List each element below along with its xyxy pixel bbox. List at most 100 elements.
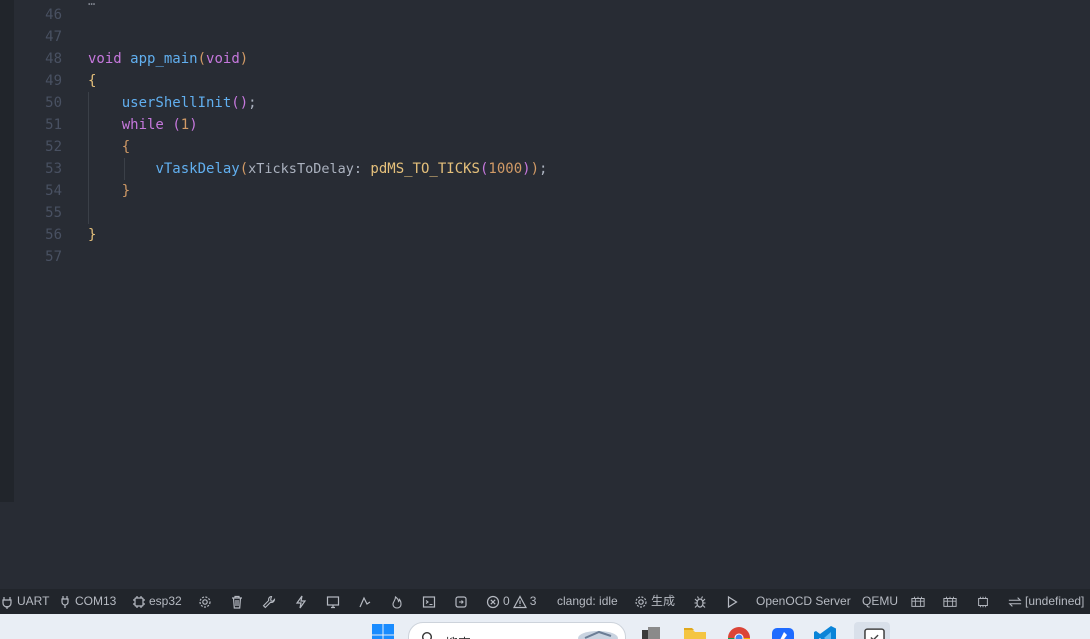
code-line[interactable]: 57 <box>14 246 1090 268</box>
inlay-hint: xTicksToDelay: <box>248 161 362 177</box>
chrome-button[interactable] <box>726 622 752 639</box>
line-number: 47 <box>45 29 62 45</box>
monitor-icon <box>326 595 340 608</box>
debug-button[interactable] <box>693 589 707 614</box>
build-task-item[interactable]: 生成 <box>634 589 675 614</box>
terminal-icon <box>422 595 436 608</box>
code-line[interactable]: 46 <box>14 4 1090 26</box>
status-bar: UART COM13 esp32 0 3 clangd: idle 生成 Ope… <box>0 589 1090 614</box>
line-number: 49 <box>45 73 62 89</box>
windows-taskbar: 搜索 <box>0 614 1090 639</box>
clangd-status[interactable]: clangd: idle <box>557 589 618 614</box>
bug-icon <box>694 595 706 608</box>
partition-table-button[interactable] <box>911 589 925 614</box>
code-line[interactable]: 55 <box>14 202 1090 224</box>
app-icon <box>772 628 794 639</box>
code-line[interactable]: 56} <box>14 224 1090 246</box>
lightning-icon <box>295 595 307 608</box>
file-explorer-button[interactable] <box>682 622 708 639</box>
build-task-label: 生成 <box>651 594 676 608</box>
code-text: { <box>121 139 131 155</box>
task-view-icon <box>642 627 660 639</box>
monitor-button[interactable] <box>326 589 340 614</box>
windows-logo-icon <box>372 624 394 639</box>
search-placeholder: 搜索 <box>445 633 471 639</box>
flash-button[interactable] <box>294 589 308 614</box>
chip-icon <box>133 595 145 608</box>
line-number: 54 <box>45 183 62 199</box>
taskbar-search-box[interactable]: 搜索 <box>408 622 626 639</box>
feishu-button[interactable] <box>770 622 796 639</box>
uart-label: UART <box>17 594 50 608</box>
line-number: 56 <box>45 227 62 243</box>
settings-button[interactable] <box>198 589 212 614</box>
code-text: vTaskDelay(xTicksToDelay: pdMS_TO_TICKS(… <box>155 161 548 177</box>
line-number: 53 <box>45 161 62 177</box>
gear-icon <box>635 595 647 608</box>
code-line[interactable]: 54 } <box>14 180 1090 202</box>
code-line[interactable]: 49 { <box>14 70 1090 92</box>
line-number: 48 <box>45 51 62 67</box>
problems-item[interactable]: 0 3 <box>486 589 536 614</box>
run-button[interactable] <box>725 589 739 614</box>
warning-count: 3 <box>529 594 537 608</box>
full-clean-button[interactable] <box>230 589 244 614</box>
vscode-button[interactable] <box>812 622 838 639</box>
task-view-button[interactable] <box>638 622 664 639</box>
gear-icon <box>199 595 211 608</box>
table-editor-icon <box>911 596 925 607</box>
search-icon <box>422 632 432 639</box>
build-flash-monitor-button[interactable] <box>358 589 372 614</box>
line-number: 52 <box>45 139 62 155</box>
line-number: 57 <box>45 249 62 265</box>
openocd-server-item[interactable]: OpenOCD Server <box>756 589 851 614</box>
wrench-icon <box>262 595 276 608</box>
code-line[interactable]: 50 userShellInit(); <box>14 92 1090 114</box>
extension-button[interactable] <box>454 589 468 614</box>
vscode-icon <box>814 626 836 639</box>
code-line[interactable]: 52 { <box>14 136 1090 158</box>
search-highlight-icon <box>578 630 618 639</box>
error-icon <box>486 595 500 608</box>
activity-bar-edge <box>0 0 14 502</box>
active-app-button[interactable] <box>854 622 890 639</box>
chrome-icon <box>728 627 750 639</box>
size-analysis-button[interactable] <box>976 589 990 614</box>
extension-icon <box>455 595 467 608</box>
openocd-label: OpenOCD Server <box>756 594 851 608</box>
code-text: while (1) <box>121 117 198 133</box>
plug-icon <box>2 596 12 609</box>
line-number: 46 <box>45 7 62 23</box>
error-count: 0 <box>503 594 510 608</box>
code-editor[interactable]: … 46 47 48 void app_main(void) 49{ 50 use… <box>0 0 1090 502</box>
flame-icon <box>392 595 402 609</box>
qemu-item[interactable]: QEMU <box>862 589 898 614</box>
app-window-icon <box>864 628 885 639</box>
workspace-folder-item[interactable]: [undefined] <box>1008 589 1084 614</box>
qemu-label: QEMU <box>862 594 898 608</box>
terminal-button[interactable] <box>422 589 436 614</box>
com-port-label: COM13 <box>75 594 117 608</box>
code-text: { <box>88 73 97 89</box>
trash-icon <box>232 595 242 609</box>
efuse-button[interactable] <box>943 589 957 614</box>
start-button[interactable] <box>370 622 396 639</box>
plug-icon <box>61 595 69 608</box>
code-line[interactable]: 47 <box>14 26 1090 48</box>
workspace-label: [undefined] <box>1025 594 1085 608</box>
code-line[interactable]: 53 vTaskDelay(xTicksToDelay: pdMS_TO_TIC… <box>14 158 1090 180</box>
flash-monitor-icon <box>359 596 371 607</box>
flame-button[interactable] <box>390 589 404 614</box>
table-editor-icon <box>943 596 957 607</box>
build-button[interactable] <box>262 589 276 614</box>
warning-icon <box>512 594 527 608</box>
clangd-label: clangd: idle <box>557 594 618 608</box>
code-line[interactable]: 51 while (1) <box>14 114 1090 136</box>
code-line[interactable]: 48 void app_main(void) <box>14 48 1090 70</box>
chip-icon <box>978 596 988 607</box>
com-port-item[interactable]: COM13 <box>58 589 116 614</box>
panel-area <box>0 502 1090 589</box>
target-item[interactable]: esp32 <box>132 589 182 614</box>
uart-item[interactable]: UART <box>0 589 49 614</box>
folder-icon <box>684 628 706 639</box>
